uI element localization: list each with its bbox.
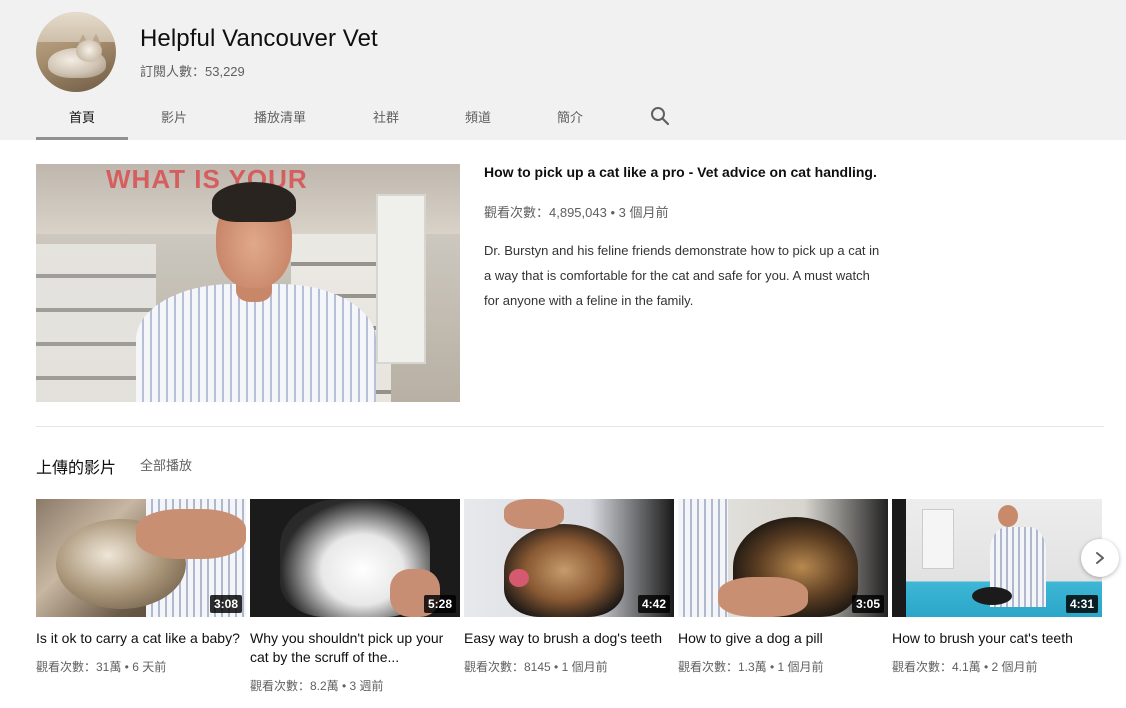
thumb-hand <box>718 577 808 617</box>
featured-video-description: Dr. Burstyn and his feline friends demon… <box>484 243 880 308</box>
tab-about[interactable]: 簡介 <box>524 96 616 140</box>
chevron-right-icon[interactable] <box>1081 539 1119 577</box>
video-meta: 觀看次數：1.3萬 • 1 個月前 <box>678 660 824 674</box>
video-duration: 4:31 <box>1065 595 1098 613</box>
video-title[interactable]: Why you shouldn't pick up your cat by th… <box>250 629 460 667</box>
video-thumbnail[interactable]: 5:28 <box>250 499 460 617</box>
thumb-cat <box>972 587 1012 605</box>
video-card[interactable]: 4:42 Easy way to brush a dog's teeth 觀看次… <box>464 499 674 675</box>
video-title[interactable]: Easy way to brush a dog's teeth <box>464 629 674 648</box>
video-card[interactable]: 3:08 Is it ok to carry a cat like a baby… <box>36 499 246 675</box>
channel-avatar[interactable] <box>36 12 116 92</box>
video-duration: 5:28 <box>423 595 456 613</box>
video-duration: 3:08 <box>209 595 242 613</box>
video-title[interactable]: How to give a dog a pill <box>678 629 888 648</box>
featured-video-thumbnail[interactable]: WHAT IS YOUR <box>36 164 460 402</box>
video-thumbnail[interactable]: 4:42 <box>464 499 674 617</box>
featured-video-title[interactable]: How to pick up a cat like a pro - Vet ad… <box>484 164 904 180</box>
tab-community[interactable]: 社群 <box>340 96 432 140</box>
play-all-button[interactable]: 全部播放 <box>140 455 192 474</box>
video-card[interactable]: 5:28 Why you shouldn't pick up your cat … <box>250 499 460 694</box>
thumb-hand <box>504 499 564 529</box>
video-thumbnail[interactable]: 3:08 <box>36 499 246 617</box>
avatar-cat-head <box>76 40 102 62</box>
video-title[interactable]: How to brush your cat's teeth <box>892 629 1102 648</box>
avatar-background <box>36 12 116 42</box>
video-thumbnail[interactable]: 4:31 <box>892 499 1102 617</box>
subscriber-count: 訂閱人數：53,229 <box>140 64 245 79</box>
video-duration: 3:05 <box>851 595 884 613</box>
video-title[interactable]: Is it ok to carry a cat like a baby? <box>36 629 246 648</box>
thumb-person-head <box>998 505 1018 527</box>
channel-name: Helpful Vancouver Vet <box>140 25 378 52</box>
tab-videos[interactable]: 影片 <box>128 96 220 140</box>
channel-header: Helpful Vancouver Vet 訂閱人數：53,229 首頁 影片 … <box>0 0 1126 140</box>
video-meta: 觀看次數：4.1萬 • 2 個月前 <box>892 660 1038 674</box>
video-meta: 觀看次數：31萬 • 6 天前 <box>36 660 167 674</box>
video-thumbnail[interactable]: 3:05 <box>678 499 888 617</box>
tab-playlists[interactable]: 播放清單 <box>220 96 340 140</box>
video-card[interactable]: 3:05 How to give a dog a pill 觀看次數：1.3萬 … <box>678 499 888 675</box>
section-divider <box>36 426 1104 427</box>
thumb-hand <box>136 509 246 559</box>
thumb-dog-tongue <box>509 569 529 587</box>
tab-channels[interactable]: 頻道 <box>432 96 524 140</box>
channel-tabs: 首頁 影片 播放清單 社群 頻道 簡介 <box>36 96 616 140</box>
video-meta: 觀看次數：8.2萬 • 3 週前 <box>250 679 384 693</box>
thumb-door <box>376 194 426 364</box>
search-icon[interactable] <box>650 106 670 126</box>
video-card[interactable]: 4:31 How to brush your cat's teeth 觀看次數：… <box>892 499 1102 675</box>
video-duration: 4:42 <box>637 595 670 613</box>
thumb-person-hair <box>212 182 296 222</box>
video-meta: 觀看次數：8145 • 1 個月前 <box>464 660 608 674</box>
featured-video-meta: 觀看次數：4,895,043 • 3 個月前 <box>484 205 669 220</box>
thumb-edge <box>892 499 906 617</box>
thumb-whiteboard <box>922 509 954 569</box>
tab-home[interactable]: 首頁 <box>36 96 128 140</box>
uploads-section-title[interactable]: 上傳的影片 <box>36 454 116 478</box>
